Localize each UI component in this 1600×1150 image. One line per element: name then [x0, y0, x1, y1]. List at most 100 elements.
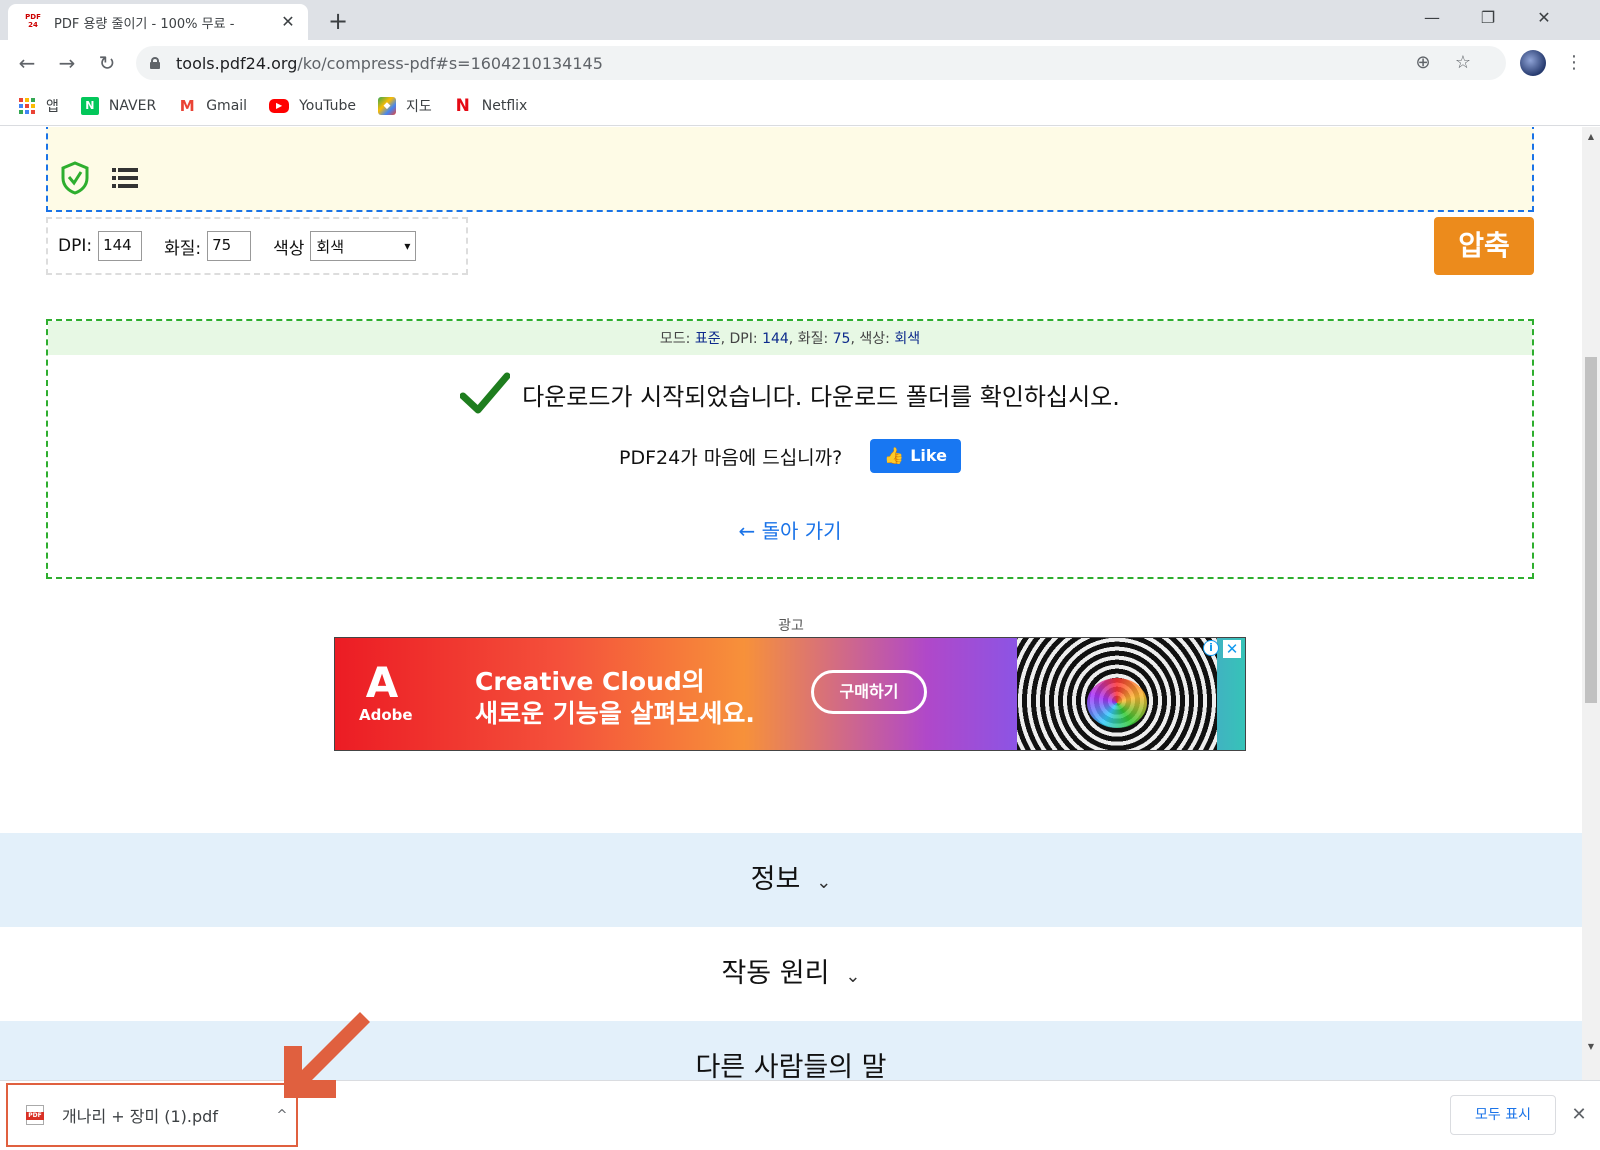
naver-icon: N [80, 96, 99, 115]
adobe-brand: Adobe [359, 706, 413, 724]
color-summary-label: 색상: [859, 331, 890, 347]
bookmark-label: 앱 [46, 98, 59, 115]
tab-close-icon[interactable]: ✕ [278, 12, 298, 32]
list-icon[interactable] [112, 167, 138, 189]
bookmark-label: 지도 [406, 98, 432, 115]
download-filename: 개나리 + 장미 (1).pdf [62, 1107, 218, 1126]
address-bar[interactable]: tools.pdf24.org/ko/compress-pdf#s=160421… [136, 46, 1506, 80]
bookmark-apps[interactable]: 앱 [18, 96, 59, 116]
compress-button[interactable]: 압축 [1434, 217, 1534, 275]
shield-check-icon[interactable] [60, 161, 90, 195]
install-app-icon[interactable]: ⊕ [1408, 48, 1438, 78]
quality-summary-label: 화질: [797, 331, 829, 347]
favicon-text-top: PDF [25, 13, 41, 21]
color-label: 색상 [273, 238, 305, 259]
bookmarks-bar: 앱 N NAVER M Gmail ▶ YouTube ◆ 지도 N Netfl… [0, 86, 1600, 126]
scroll-up-icon[interactable]: ▲ [1582, 129, 1600, 145]
dpi-input[interactable]: 144 [98, 231, 143, 261]
dpi-label: DPI: [58, 236, 93, 256]
profile-avatar[interactable] [1520, 50, 1546, 76]
color-select[interactable]: 회색 ▾ [310, 231, 417, 261]
ad-line-2: 새로운 기능을 살펴보세요. [475, 699, 755, 728]
color-select-value: 회색 [316, 237, 344, 256]
scroll-down-icon[interactable]: ▼ [1582, 1039, 1600, 1055]
pdf-file-icon [26, 1105, 44, 1125]
quality-input[interactable]: 75 [207, 231, 252, 261]
chevron-down-icon: ⌄ [845, 966, 861, 987]
url-host: tools.pdf24.org [176, 53, 298, 73]
go-back-link[interactable]: ← 돌아 가기 [48, 515, 1532, 544]
download-item[interactable]: 개나리 + 장미 (1).pdf ^ [6, 1083, 298, 1147]
ad-artwork [1017, 638, 1217, 750]
chevron-down-icon: ⌄ [816, 872, 832, 893]
section-testimonials[interactable]: 다른 사람들의 말 [0, 1021, 1582, 1080]
annotation-arrow-icon [284, 1012, 370, 1098]
bookmark-youtube[interactable]: ▶ YouTube [269, 98, 356, 114]
reload-button[interactable]: ↻ [92, 48, 122, 78]
mode-value: 표준 [694, 331, 721, 347]
ad-label: 광고 [778, 618, 804, 634]
window-close-button[interactable]: ✕ [1516, 0, 1572, 36]
section-title: 정보 [750, 864, 801, 895]
close-download-bar-icon[interactable]: ✕ [1566, 1097, 1592, 1133]
quality-label: 화질: [164, 238, 202, 259]
adobe-ad-banner[interactable]: A Adobe Creative Cloud의 새로운 기능을 살펴보세요. 구… [334, 637, 1246, 751]
favicon-text-bottom: 24 [28, 21, 38, 29]
browser-tab[interactable]: PDF 24 PDF 용량 줄이기 - 100% 무료 - ✕ [8, 4, 308, 40]
bookmark-netflix[interactable]: N Netflix [454, 95, 528, 116]
bookmark-label: NAVER [108, 97, 157, 114]
result-summary: 모드: 표준, DPI: 144, 화질: 75, 색상: 회색 [48, 321, 1532, 355]
bookmark-maps[interactable]: ◆ 지도 [378, 96, 432, 116]
color-summary-value: 회색 [894, 331, 921, 347]
result-panel: 모드: 표준, DPI: 144, 화질: 75, 색상: 회색 다운로드가 시… [46, 319, 1534, 579]
netflix-icon: N [455, 95, 470, 116]
chevron-down-icon: ▾ [404, 239, 411, 253]
page-content: DPI: 144 화질: 75 색상 회색 ▾ 압축 모드: 표준, DPI: … [0, 127, 1582, 1080]
browser-menu-icon[interactable]: ⋮ [1562, 48, 1586, 78]
dpi-summary-value: 144 [762, 331, 789, 347]
like-prompt: PDF24가 마음에 드십니까? 👍 Like [48, 438, 1532, 473]
quality-summary-value: 75 [832, 331, 851, 347]
like-label: Like [910, 446, 947, 465]
facebook-like-button[interactable]: 👍 Like [870, 438, 961, 473]
youtube-icon: ▶ [269, 98, 290, 113]
section-title: 작동 원리 [721, 958, 830, 989]
minimize-button[interactable]: — [1404, 0, 1460, 36]
ad-line-1: Creative Cloud의 [475, 667, 705, 696]
message-text: 다운로드가 시작되었습니다. 다운로드 폴더를 확인하십시오. [522, 383, 1120, 411]
show-all-button[interactable]: 모두 표시 [1450, 1095, 1556, 1135]
download-shelf: 개나리 + 장미 (1).pdf ^ 모두 표시 ✕ [0, 1080, 1600, 1150]
bookmark-naver[interactable]: N NAVER [80, 96, 157, 115]
section-info[interactable]: 정보 ⌄ [0, 833, 1582, 927]
forward-button[interactable]: → [52, 48, 82, 78]
compression-options: DPI: 144 화질: 75 색상 회색 ▾ [46, 217, 468, 275]
maximize-button[interactable]: ❐ [1460, 0, 1516, 36]
thumbs-up-icon: 👍 [884, 446, 905, 465]
browser-toolbar: ← → ↻ tools.pdf24.org/ko/compress-pdf#s=… [0, 40, 1600, 86]
back-button[interactable]: ← [12, 48, 42, 78]
ad-buy-button[interactable]: 구매하기 [811, 670, 927, 714]
file-drop-zone[interactable] [46, 127, 1534, 212]
lock-icon[interactable] [150, 57, 160, 69]
download-started-message: 다운로드가 시작되었습니다. 다운로드 폴더를 확인하십시오. [48, 372, 1532, 416]
bookmark-label: Gmail [206, 97, 248, 114]
section-how-it-works[interactable]: 작동 원리 ⌄ [0, 927, 1582, 1021]
tab-strip: PDF 24 PDF 용량 줄이기 - 100% 무료 - ✕ + — ❐ ✕ [0, 0, 1600, 40]
scrollbar-thumb[interactable] [1585, 357, 1597, 703]
like-question: PDF24가 마음에 드십니까? [619, 447, 843, 469]
mode-label: 모드: [659, 331, 691, 347]
maps-icon: ◆ [378, 96, 396, 115]
url-path: /ko/compress-pdf#s=1604210134145 [297, 53, 603, 73]
ad-close-icon[interactable]: ✕ [1223, 640, 1241, 658]
bookmark-star-icon[interactable]: ☆ [1448, 48, 1478, 78]
section-title: 다른 사람들의 말 [695, 1052, 887, 1080]
checkmark-icon [460, 372, 511, 414]
dpi-summary-label: DPI: [729, 331, 758, 347]
gmail-icon: M [179, 96, 195, 115]
apps-grid-icon [18, 97, 36, 115]
ad-info-icon[interactable]: i [1203, 640, 1219, 656]
page-scrollbar[interactable]: ▲ ▼ [1582, 127, 1600, 1080]
bookmark-gmail[interactable]: M Gmail [178, 97, 247, 115]
bookmark-label: YouTube [299, 97, 356, 114]
new-tab-button[interactable]: + [324, 8, 352, 36]
